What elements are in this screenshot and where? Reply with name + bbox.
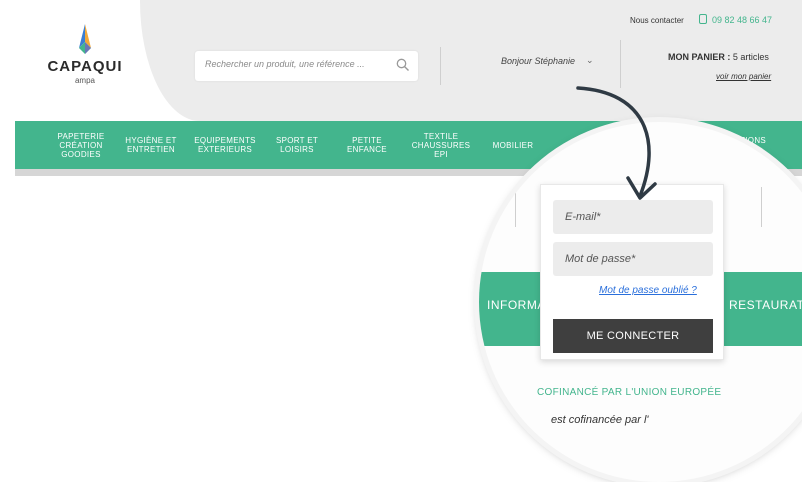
pointer-arrow-icon [576,86,657,200]
